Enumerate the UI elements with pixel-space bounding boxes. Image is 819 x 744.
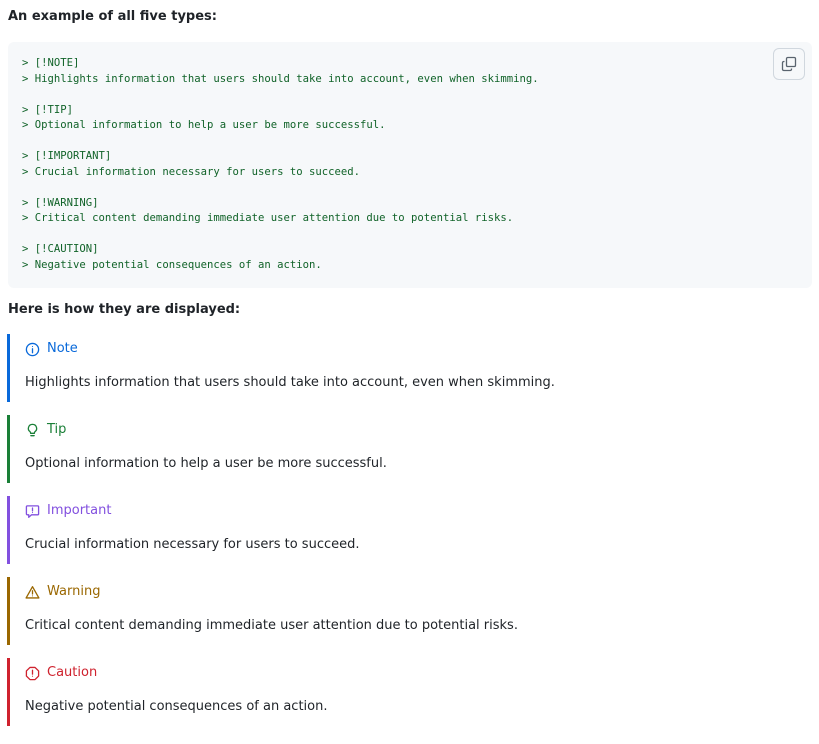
copy-icon xyxy=(781,56,797,72)
code-group-caution: > [!CAUTION] > Negative potential conseq… xyxy=(22,242,539,273)
code-line: > Negative potential consequences of an … xyxy=(22,258,322,271)
alert-body: Optional information to help a user be m… xyxy=(25,456,387,471)
code-line: > [!IMPORTANT] xyxy=(22,150,112,162)
code-lines: > [!NOTE] > Highlights information that … xyxy=(22,56,539,273)
alert-title-text: Tip xyxy=(47,422,67,437)
code-group-warning: > [!WARNING] > Critical content demandin… xyxy=(22,196,539,227)
code-line: > [!TIP] xyxy=(22,103,74,116)
alert-icon xyxy=(25,585,40,599)
code-line: > [!CAUTION] xyxy=(22,243,99,255)
info-icon xyxy=(25,342,40,356)
alert-title-text: Note xyxy=(47,341,78,356)
alert-title: Tip xyxy=(25,421,66,439)
alert-title: Note xyxy=(25,340,78,358)
alert-body: Crucial information necessary for users … xyxy=(25,537,360,552)
code-line: > Critical content demanding immediate u… xyxy=(22,212,514,224)
code-group-note: > [!NOTE] > Highlights information that … xyxy=(22,56,539,87)
display-heading: Here is how they are displayed: xyxy=(8,302,241,317)
alert-note: Note Highlights information that users s… xyxy=(7,334,807,402)
code-line: > Highlights information that users shou… xyxy=(22,72,539,85)
report-icon xyxy=(25,504,40,518)
example-heading: An example of all five types: xyxy=(8,9,217,24)
alert-body: Negative potential consequences of an ac… xyxy=(25,699,328,714)
light-bulb-icon xyxy=(27,423,38,436)
code-block: > [!NOTE] > Highlights information that … xyxy=(8,42,812,288)
alert-title: Warning xyxy=(25,583,100,601)
stop-icon xyxy=(25,666,40,680)
alert-title-text: Important xyxy=(47,503,112,518)
alert-warning: Warning Critical content demanding immed… xyxy=(7,577,807,645)
copy-button[interactable] xyxy=(773,48,805,80)
alert-important: Important Crucial information necessary … xyxy=(7,496,807,564)
alert-title-text: Warning xyxy=(47,584,101,599)
code-group-important: > [!IMPORTANT] > Crucial information nec… xyxy=(22,149,539,180)
code-line: > Crucial information necessary for user… xyxy=(22,165,361,178)
alert-caution: Caution Negative potential consequences … xyxy=(7,658,807,726)
code-line: > [!NOTE] xyxy=(22,57,80,69)
code-line: > Optional information to help a user be… xyxy=(22,119,386,131)
alert-body: Critical content demanding immediate use… xyxy=(25,618,518,633)
alert-title: Caution xyxy=(25,664,97,682)
code-group-tip: > [!TIP] > Optional information to help … xyxy=(22,103,539,134)
alert-tip: Tip Optional information to help a user … xyxy=(7,415,807,483)
code-line: > [!WARNING] xyxy=(22,196,99,209)
alert-title: Important xyxy=(25,502,111,520)
alert-title-text: Caution xyxy=(47,665,98,680)
alert-body: Highlights information that users should… xyxy=(25,375,555,390)
